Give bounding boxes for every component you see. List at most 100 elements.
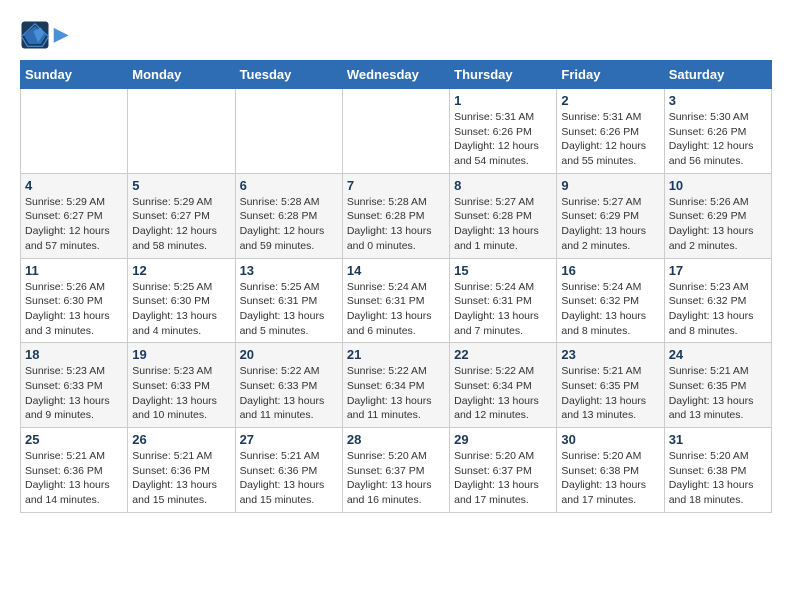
calendar-cell: 5 Sunrise: 5:29 AM Sunset: 6:27 PM Daylig… bbox=[128, 173, 235, 258]
calendar-cell: 28 Sunrise: 5:20 AM Sunset: 6:37 PM Dayli… bbox=[342, 428, 449, 513]
day-info: Sunrise: 5:22 AM Sunset: 6:33 PM Dayligh… bbox=[240, 364, 338, 423]
day-number: 2 bbox=[561, 93, 659, 108]
day-number: 7 bbox=[347, 178, 445, 193]
day-number: 13 bbox=[240, 263, 338, 278]
day-number: 23 bbox=[561, 347, 659, 362]
day-number: 3 bbox=[669, 93, 767, 108]
calendar-cell: 2 Sunrise: 5:31 AM Sunset: 6:26 PM Daylig… bbox=[557, 89, 664, 174]
logo-icon bbox=[20, 20, 50, 50]
calendar-header-row: SundayMondayTuesdayWednesdayThursdayFrid… bbox=[21, 61, 772, 89]
calendar-cell bbox=[342, 89, 449, 174]
calendar-cell: 21Sunrise: 5:22 AM Sunset: 6:34 PM Dayli… bbox=[342, 343, 449, 428]
day-info: Sunrise: 5:27 AM Sunset: 6:28 PM Dayligh… bbox=[454, 195, 552, 254]
calendar-cell: 24 Sunrise: 5:21 AM Sunset: 6:35 PM Dayli… bbox=[664, 343, 771, 428]
day-info: Sunrise: 5:24 AM Sunset: 6:31 PM Dayligh… bbox=[347, 280, 445, 339]
calendar-cell: 16Sunrise: 5:24 AM Sunset: 6:32 PM Dayli… bbox=[557, 258, 664, 343]
calendar-cell: 19Sunrise: 5:23 AM Sunset: 6:33 PM Dayli… bbox=[128, 343, 235, 428]
calendar-week-1: 1 Sunrise: 5:31 AM Sunset: 6:26 PM Daylig… bbox=[21, 89, 772, 174]
logo-text: ▶ bbox=[54, 24, 68, 46]
day-info: Sunrise: 5:21 AM Sunset: 6:36 PM Dayligh… bbox=[132, 449, 230, 508]
calendar-cell: 6Sunrise: 5:28 AM Sunset: 6:28 PM Daylig… bbox=[235, 173, 342, 258]
day-number: 4 bbox=[25, 178, 123, 193]
day-info: Sunrise: 5:26 AM Sunset: 6:29 PM Dayligh… bbox=[669, 195, 767, 254]
header-monday: Monday bbox=[128, 61, 235, 89]
calendar-week-2: 4 Sunrise: 5:29 AM Sunset: 6:27 PM Daylig… bbox=[21, 173, 772, 258]
day-info: Sunrise: 5:22 AM Sunset: 6:34 PM Dayligh… bbox=[454, 364, 552, 423]
day-info: Sunrise: 5:25 AM Sunset: 6:30 PM Dayligh… bbox=[132, 280, 230, 339]
day-number: 19 bbox=[132, 347, 230, 362]
day-number: 25 bbox=[25, 432, 123, 447]
calendar-cell: 7 Sunrise: 5:28 AM Sunset: 6:28 PM Daylig… bbox=[342, 173, 449, 258]
calendar-week-4: 18 Sunrise: 5:23 AM Sunset: 6:33 PM Dayli… bbox=[21, 343, 772, 428]
day-info: Sunrise: 5:23 AM Sunset: 6:32 PM Dayligh… bbox=[669, 280, 767, 339]
day-number: 1 bbox=[454, 93, 552, 108]
calendar-cell: 8 Sunrise: 5:27 AM Sunset: 6:28 PM Daylig… bbox=[450, 173, 557, 258]
header-tuesday: Tuesday bbox=[235, 61, 342, 89]
calendar-cell bbox=[235, 89, 342, 174]
day-info: Sunrise: 5:29 AM Sunset: 6:27 PM Dayligh… bbox=[132, 195, 230, 254]
day-number: 22 bbox=[454, 347, 552, 362]
calendar-cell: 23 Sunrise: 5:21 AM Sunset: 6:35 PM Dayli… bbox=[557, 343, 664, 428]
calendar-cell: 3 Sunrise: 5:30 AM Sunset: 6:26 PM Daylig… bbox=[664, 89, 771, 174]
day-info: Sunrise: 5:28 AM Sunset: 6:28 PM Dayligh… bbox=[347, 195, 445, 254]
day-info: Sunrise: 5:20 AM Sunset: 6:38 PM Dayligh… bbox=[669, 449, 767, 508]
calendar-cell: 20 Sunrise: 5:22 AM Sunset: 6:33 PM Dayli… bbox=[235, 343, 342, 428]
calendar-cell: 30 Sunrise: 5:20 AM Sunset: 6:38 PM Dayli… bbox=[557, 428, 664, 513]
header-sunday: Sunday bbox=[21, 61, 128, 89]
calendar-cell: 15Sunrise: 5:24 AM Sunset: 6:31 PM Dayli… bbox=[450, 258, 557, 343]
day-info: Sunrise: 5:31 AM Sunset: 6:26 PM Dayligh… bbox=[454, 110, 552, 169]
calendar-cell: 29Sunrise: 5:20 AM Sunset: 6:37 PM Dayli… bbox=[450, 428, 557, 513]
day-info: Sunrise: 5:24 AM Sunset: 6:32 PM Dayligh… bbox=[561, 280, 659, 339]
calendar-cell: 25 Sunrise: 5:21 AM Sunset: 6:36 PM Dayli… bbox=[21, 428, 128, 513]
day-info: Sunrise: 5:21 AM Sunset: 6:35 PM Dayligh… bbox=[561, 364, 659, 423]
day-info: Sunrise: 5:30 AM Sunset: 6:26 PM Dayligh… bbox=[669, 110, 767, 169]
day-number: 31 bbox=[669, 432, 767, 447]
logo: ▶ bbox=[20, 20, 68, 50]
day-number: 5 bbox=[132, 178, 230, 193]
calendar-cell: 11Sunrise: 5:26 AM Sunset: 6:30 PM Dayli… bbox=[21, 258, 128, 343]
day-number: 28 bbox=[347, 432, 445, 447]
calendar-cell: 14Sunrise: 5:24 AM Sunset: 6:31 PM Dayli… bbox=[342, 258, 449, 343]
day-info: Sunrise: 5:21 AM Sunset: 6:35 PM Dayligh… bbox=[669, 364, 767, 423]
day-number: 24 bbox=[669, 347, 767, 362]
day-number: 6 bbox=[240, 178, 338, 193]
day-number: 9 bbox=[561, 178, 659, 193]
calendar-cell: 27 Sunrise: 5:21 AM Sunset: 6:36 PM Dayli… bbox=[235, 428, 342, 513]
calendar-cell: 1 Sunrise: 5:31 AM Sunset: 6:26 PM Daylig… bbox=[450, 89, 557, 174]
day-number: 26 bbox=[132, 432, 230, 447]
day-info: Sunrise: 5:20 AM Sunset: 6:37 PM Dayligh… bbox=[347, 449, 445, 508]
header-friday: Friday bbox=[557, 61, 664, 89]
calendar-cell: 22 Sunrise: 5:22 AM Sunset: 6:34 PM Dayli… bbox=[450, 343, 557, 428]
day-number: 18 bbox=[25, 347, 123, 362]
calendar-cell: 17 Sunrise: 5:23 AM Sunset: 6:32 PM Dayli… bbox=[664, 258, 771, 343]
calendar-cell: 13Sunrise: 5:25 AM Sunset: 6:31 PM Dayli… bbox=[235, 258, 342, 343]
day-number: 30 bbox=[561, 432, 659, 447]
calendar-cell: 26 Sunrise: 5:21 AM Sunset: 6:36 PM Dayli… bbox=[128, 428, 235, 513]
calendar-cell: 9 Sunrise: 5:27 AM Sunset: 6:29 PM Daylig… bbox=[557, 173, 664, 258]
day-info: Sunrise: 5:22 AM Sunset: 6:34 PM Dayligh… bbox=[347, 364, 445, 423]
calendar-week-5: 25 Sunrise: 5:21 AM Sunset: 6:36 PM Dayli… bbox=[21, 428, 772, 513]
day-info: Sunrise: 5:21 AM Sunset: 6:36 PM Dayligh… bbox=[25, 449, 123, 508]
day-number: 10 bbox=[669, 178, 767, 193]
day-number: 20 bbox=[240, 347, 338, 362]
day-info: Sunrise: 5:20 AM Sunset: 6:38 PM Dayligh… bbox=[561, 449, 659, 508]
day-number: 27 bbox=[240, 432, 338, 447]
day-info: Sunrise: 5:31 AM Sunset: 6:26 PM Dayligh… bbox=[561, 110, 659, 169]
calendar-cell: 4 Sunrise: 5:29 AM Sunset: 6:27 PM Daylig… bbox=[21, 173, 128, 258]
day-number: 8 bbox=[454, 178, 552, 193]
day-info: Sunrise: 5:23 AM Sunset: 6:33 PM Dayligh… bbox=[25, 364, 123, 423]
day-number: 29 bbox=[454, 432, 552, 447]
calendar-cell: 18 Sunrise: 5:23 AM Sunset: 6:33 PM Dayli… bbox=[21, 343, 128, 428]
calendar-cell: 12 Sunrise: 5:25 AM Sunset: 6:30 PM Dayli… bbox=[128, 258, 235, 343]
day-info: Sunrise: 5:29 AM Sunset: 6:27 PM Dayligh… bbox=[25, 195, 123, 254]
day-info: Sunrise: 5:21 AM Sunset: 6:36 PM Dayligh… bbox=[240, 449, 338, 508]
day-number: 17 bbox=[669, 263, 767, 278]
calendar-cell bbox=[128, 89, 235, 174]
logo-triangle: ▶ bbox=[54, 24, 68, 44]
day-number: 12 bbox=[132, 263, 230, 278]
header-thursday: Thursday bbox=[450, 61, 557, 89]
calendar-cell bbox=[21, 89, 128, 174]
day-info: Sunrise: 5:27 AM Sunset: 6:29 PM Dayligh… bbox=[561, 195, 659, 254]
calendar-cell: 31 Sunrise: 5:20 AM Sunset: 6:38 PM Dayli… bbox=[664, 428, 771, 513]
calendar-week-3: 11Sunrise: 5:26 AM Sunset: 6:30 PM Dayli… bbox=[21, 258, 772, 343]
